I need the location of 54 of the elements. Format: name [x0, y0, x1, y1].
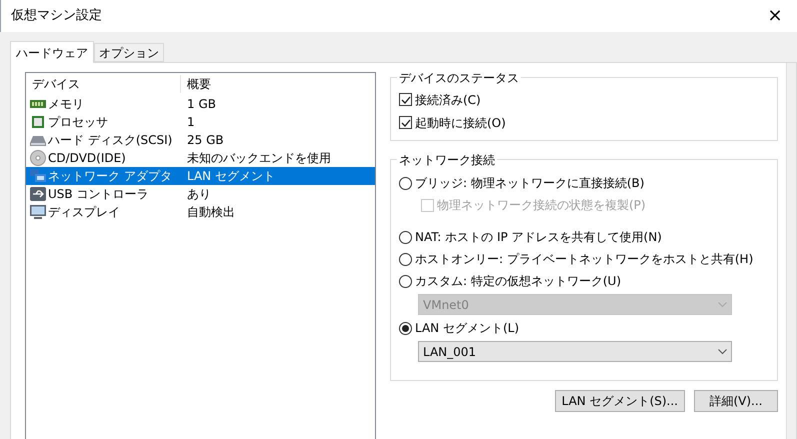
- device-name: ディスプレイ: [48, 204, 120, 221]
- radio-label[interactable]: ブリッジ: 物理ネットワークに直接接続(B): [415, 174, 644, 192]
- device-summary: 25 GB: [187, 133, 224, 147]
- device-summary: 未知のバックエンドを使用: [187, 151, 331, 165]
- monitor-icon: [30, 204, 46, 220]
- checkbox-label: 物理ネットワーク接続の状態を複製(P): [437, 197, 646, 214]
- device-row[interactable]: USB コントローラ あり: [26, 185, 375, 203]
- device-name: USB コントローラ: [48, 186, 148, 203]
- tab[interactable]: オプション: [94, 43, 164, 62]
- chevron-down-icon: [718, 302, 727, 308]
- checkbox[interactable]: [399, 116, 412, 129]
- radio-label[interactable]: LAN セグメント(L): [415, 319, 520, 337]
- radio-label[interactable]: NAT: ホストの IP アドレスを共有して使用(N): [415, 228, 662, 246]
- device-summary: あり: [187, 187, 211, 201]
- device-row[interactable]: CD/DVD(IDE) 未知のバックエンドを使用: [26, 149, 375, 167]
- device-summary: 1: [187, 115, 195, 129]
- button[interactable]: 詳細(V)...: [694, 390, 778, 412]
- device-name: プロセッサ: [48, 114, 108, 131]
- radio-button[interactable]: [399, 322, 412, 334]
- network-computers-icon: [30, 168, 46, 184]
- dropdown[interactable]: LAN_001: [418, 341, 732, 362]
- disc-icon: [30, 150, 46, 166]
- device-summary: LAN セグメント: [187, 169, 275, 183]
- device-row[interactable]: プロセッサ 1: [26, 113, 375, 131]
- dropdown: VMnet0: [418, 294, 732, 315]
- window-title: 仮想マシン設定: [11, 7, 102, 26]
- radio-button[interactable]: [399, 252, 412, 266]
- column-header[interactable]: 概要: [181, 75, 211, 93]
- radio-button[interactable]: [399, 230, 412, 244]
- radio-label[interactable]: ホストオンリー: プライベートネットワークをホストと共有(H): [415, 250, 754, 268]
- close-button[interactable]: ×: [763, 4, 787, 28]
- device-summary: 1 GB: [187, 97, 216, 111]
- device-row[interactable]: ディスプレイ 自動検出: [26, 203, 375, 221]
- radio-label[interactable]: カスタム: 特定の仮想ネットワーク(U): [415, 272, 622, 290]
- tab[interactable]: ハードウェア: [10, 41, 94, 63]
- column-header[interactable]: デバイス: [26, 75, 181, 93]
- button[interactable]: LAN セグメント(S)...: [554, 390, 685, 412]
- radio-button[interactable]: [399, 176, 412, 190]
- device-summary: 自動検出: [187, 205, 235, 219]
- device-row[interactable]: ハード ディスク(SCSI) 25 GB: [26, 131, 375, 149]
- device-name: ハード ディスク(SCSI): [48, 132, 172, 149]
- device-name: CD/DVD(IDE): [48, 150, 126, 167]
- checkbox-label[interactable]: 起動時に接続(O): [415, 114, 506, 132]
- usb-icon: [30, 186, 46, 202]
- device-row[interactable]: メモリ 1 GB: [26, 95, 375, 113]
- checkbox-label[interactable]: 接続済み(C): [415, 90, 481, 108]
- processor-chip-icon: [30, 114, 46, 130]
- group-title: ネットワーク接続: [397, 151, 497, 169]
- device-row[interactable]: ネットワーク アダプタ LAN セグメント: [26, 167, 375, 185]
- device-name: メモリ: [48, 96, 84, 113]
- radio-button[interactable]: [399, 274, 412, 288]
- chevron-down-icon: [718, 348, 727, 354]
- checkbox[interactable]: [399, 93, 412, 106]
- device-name: ネットワーク アダプタ: [48, 168, 172, 185]
